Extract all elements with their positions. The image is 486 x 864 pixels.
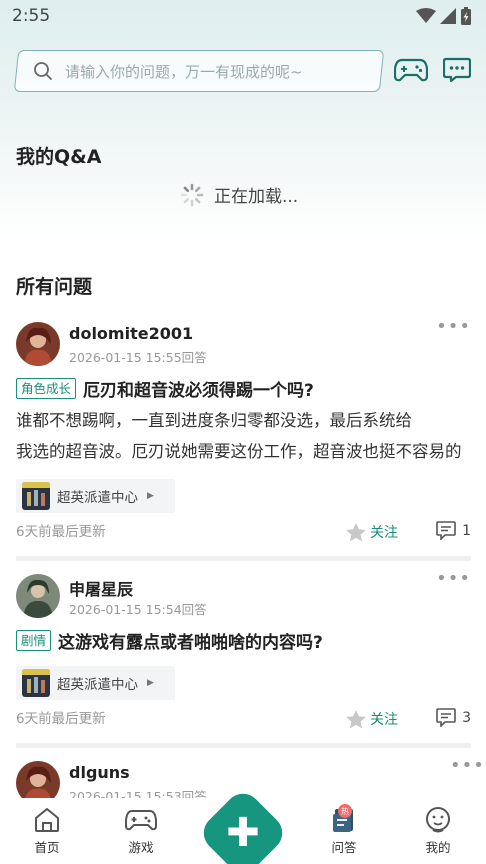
game-chip[interactable]: 超英派遣中心 ▶ [16,666,175,700]
profile-icon [426,807,450,833]
avatar[interactable] [16,761,60,798]
comment-icon [436,708,456,727]
question-title-line[interactable]: 角色成长 厄刃和超音波必须得踢一个吗? [16,376,314,401]
comment-count: 3 [462,709,471,726]
gamepad-icon [125,810,157,831]
follow-button[interactable]: 关注 [346,709,398,729]
last-updated: 6天前最后更新 [16,524,106,540]
game-chip[interactable]: 超英派遣中心 ▶ [16,479,175,513]
answer-preview-line: 我选的超音波。厄刃说她需要这份工作，超音波也挺不容易的 [16,442,462,461]
card-divider [16,556,471,561]
loading-indicator: 正在加载... [180,182,298,207]
category-tag[interactable]: 角色成长 [16,378,77,399]
status-icons [416,7,472,25]
last-updated: 6天前最后更新 [16,711,106,727]
nav-mine-label: 我的 [425,840,451,855]
game-name: 超英派遣中心 [57,490,138,506]
question-title[interactable]: 厄刃和超音波必须得踢一个吗? [83,376,314,401]
comment-button[interactable]: 3 [436,708,471,727]
home-icon [35,808,59,832]
nav-home[interactable]: 首页 [17,806,77,856]
question-title-line[interactable]: 剧情 这游戏有露点或者啪啪啥的内容吗? [16,628,323,653]
battery-icon [461,7,471,25]
all-questions-title: 所有问题 [16,276,93,298]
plus-icon: ✚ [226,809,260,856]
question-title[interactable]: 这游戏有露点或者啪啪啥的内容吗? [58,628,323,653]
follow-label: 关注 [370,525,398,541]
answer-preview-line: 谁都不想踢啊，一直到进度条归零都没选，最后系统给 [16,411,412,430]
nav-mine[interactable]: 我的 [408,806,468,856]
answer-preview[interactable]: 谁都不想踢啊，一直到进度条归零都没选，最后系统给 我选的超音波。厄刃说她需要这份… [16,405,471,467]
play-arrow-icon: ▶ [147,678,154,688]
category-tag[interactable]: 剧情 [16,630,52,651]
follow-button[interactable]: 关注 [346,522,398,542]
message-icon [443,57,471,83]
game-name: 超英派遣中心 [57,677,138,693]
nav-games[interactable]: 游戏 [111,806,171,856]
nav-games-label: 游戏 [128,840,154,855]
hot-badge: 热 [338,804,352,818]
avatar[interactable] [16,322,60,366]
comment-count: 1 [462,522,471,539]
signal-icon [440,8,456,24]
my-qa-title: 我的Q&A [16,146,102,168]
question-card[interactable]: dolomite2001 2026-01-15 15:55回答 ••• 角色成长… [16,316,471,552]
username[interactable]: 申屠星辰 [69,576,133,600]
game-thumbnail [22,482,50,510]
answer-time: 2026-01-15 15:53回答 [69,789,207,798]
nav-qa[interactable]: 热 问答 [314,804,374,856]
star-icon [346,522,366,541]
search-placeholder: 请输入你的问题，万一有现成的呢~ [65,62,303,81]
question-card[interactable]: 申屠星辰 2026-01-15 15:54回答 ••• 剧情 这游戏有露点或者啪… [16,568,471,734]
wifi-icon [416,8,436,23]
search-row: 请输入你的问题，万一有现成的呢~ [13,50,474,92]
play-arrow-icon: ▶ [147,491,154,501]
nav-qa-label: 问答 [331,840,357,855]
follow-label: 关注 [370,712,398,728]
comment-button[interactable]: 1 [436,521,471,540]
answer-time: 2026-01-15 15:54回答 [69,602,207,617]
username[interactable]: dlguns [69,763,130,782]
card-divider [16,743,471,748]
status-time: 2:55 [12,6,51,26]
search-input[interactable]: 请输入你的问题，万一有现成的呢~ [13,50,385,92]
gamepad-icon [394,58,428,82]
more-dots-icon[interactable]: ••• [450,755,485,776]
more-dots-icon[interactable]: ••• [436,568,471,589]
loading-text: 正在加载... [214,187,299,207]
message-button[interactable] [440,54,474,86]
avatar[interactable] [16,574,60,618]
game-thumbnail [22,669,50,697]
answer-time: 2026-01-15 15:55回答 [69,350,207,365]
search-icon [34,62,52,80]
username[interactable]: dolomite2001 [69,324,193,343]
more-dots-icon[interactable]: ••• [436,316,471,337]
spinner-icon [180,183,204,206]
comment-icon [436,521,456,540]
gamepad-button[interactable] [394,54,428,86]
status-bar: 2:55 [0,0,486,32]
star-icon [346,709,366,728]
nav-home-label: 首页 [34,840,60,855]
